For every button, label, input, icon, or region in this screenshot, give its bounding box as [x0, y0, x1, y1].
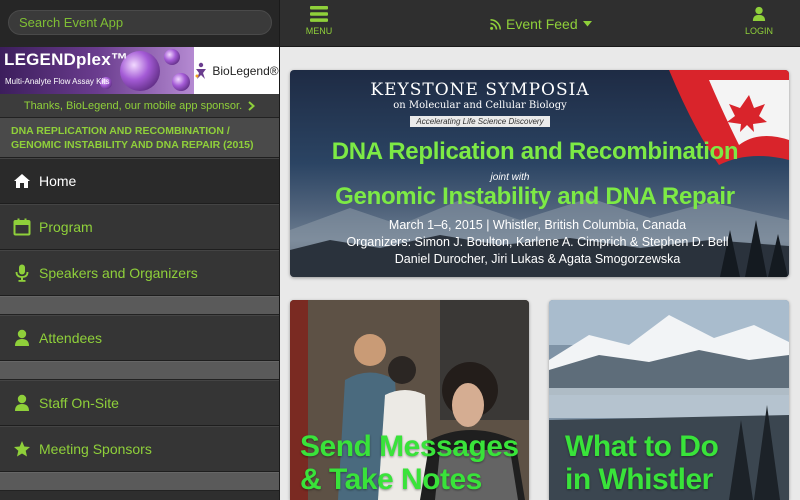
messages-line-2: & Take Notes: [300, 463, 482, 496]
menu-button[interactable]: MENU: [300, 6, 338, 42]
biolegend-logo: BioLegend®: [194, 47, 279, 94]
sidebar-item-sponsors[interactable]: Meeting Sponsors: [0, 426, 279, 472]
sponsor-thanks-text: Thanks, BioLegend, our mobile app sponso…: [23, 99, 243, 112]
top-bar: MENU Event Feed LOGIN: [280, 0, 800, 47]
org-subtitle: on Molecular and Cellular Biology: [393, 100, 567, 111]
app-root: LEGENDplex™ Multi-Analyte Flow Assay Kit…: [0, 0, 800, 500]
sidebar-item-label: Attendees: [39, 330, 103, 346]
menu-label: MENU: [305, 26, 333, 36]
sidebar-item-attendees[interactable]: Attendees: [0, 315, 279, 361]
sidebar-item-label: Speakers and Organizers: [39, 265, 198, 281]
login-label: LOGIN: [744, 26, 773, 36]
event-organizers-cont: Daniel Durocher, Jiri Lukas & Agata Smog…: [394, 252, 681, 266]
biolegend-figure-icon: [195, 62, 207, 79]
user-icon: [752, 6, 766, 21]
sidebar-item-program[interactable]: Program: [0, 204, 279, 250]
search-bar: [0, 0, 279, 47]
org-tagline: Accelerating Life Science Discovery: [410, 116, 550, 127]
search-input[interactable]: [8, 10, 272, 35]
hamburger-icon: [310, 6, 328, 22]
hero-event-info: March 1–6, 2015 | Whistler, British Colu…: [290, 217, 785, 268]
nav-divider: [0, 472, 279, 491]
caret-down-icon: [582, 21, 592, 27]
sidebar-item-label: Program: [39, 219, 93, 235]
org-title: KEYSTONE SYMPOSIA: [370, 80, 590, 100]
event-date-location: March 1–6, 2015 | Whistler, British Colu…: [388, 218, 687, 232]
whistler-line-1: What to Do: [565, 430, 719, 463]
sidebar-item-speakers[interactable]: Speakers and Organizers: [0, 250, 279, 296]
legendplex-ad: LEGENDplex™ Multi-Analyte Flow Assay Kit…: [0, 47, 194, 94]
microphone-icon: [13, 264, 31, 282]
login-button[interactable]: LOGIN: [742, 6, 776, 42]
sidebar: LEGENDplex™ Multi-Analyte Flow Assay Kit…: [0, 0, 280, 500]
legendplex-title: LEGENDplex™: [4, 50, 129, 69]
messages-line-1: Send Messages: [300, 430, 519, 463]
sponsor-banner[interactable]: LEGENDplex™ Multi-Analyte Flow Assay Kit…: [0, 47, 279, 94]
whistler-tile-label: What to Do in Whistler: [565, 430, 719, 496]
sponsor-thanks-link[interactable]: Thanks, BioLegend, our mobile app sponso…: [0, 94, 279, 118]
nav-divider: [0, 296, 279, 315]
legendplex-subtitle: Multi-Analyte Flow Assay Kits: [5, 77, 110, 86]
user-icon: [13, 329, 31, 347]
hero-headline-2: Genomic Instability and DNA Repair: [335, 183, 735, 210]
star-icon: [13, 440, 31, 458]
hero-joint-text: joint with: [490, 172, 530, 183]
bead-image: [164, 49, 180, 65]
event-organizers: Organizers: Simon J. Boulton, Karlene A.…: [346, 235, 729, 249]
home-icon: [13, 172, 31, 190]
sidebar-item-label: Home: [39, 173, 77, 189]
messages-tile-label: Send Messages & Take Notes: [300, 430, 519, 496]
whistler-tile[interactable]: What to Do in Whistler: [549, 300, 789, 500]
messages-tile[interactable]: Send Messages & Take Notes: [290, 300, 529, 500]
chevron-right-icon: [248, 100, 256, 111]
user-icon: [13, 394, 31, 412]
nav-divider: [0, 361, 279, 380]
biolegend-brand: BioLegend®: [212, 63, 279, 78]
sidebar-item-staff[interactable]: Staff On-Site: [0, 380, 279, 426]
event-title: DNA REPLICATION AND RECOMBINATION / GENO…: [0, 118, 279, 158]
bead-image: [172, 73, 190, 91]
calendar-icon: [13, 218, 31, 236]
sidebar-item-label: Meeting Sponsors: [39, 441, 152, 457]
sidebar-item-label: Staff On-Site: [39, 395, 119, 411]
event-feed-dropdown[interactable]: Event Feed: [490, 16, 592, 32]
sidebar-item-home[interactable]: Home: [0, 158, 279, 204]
hero-headline-1: DNA Replication and Recombination: [331, 138, 739, 165]
event-hero-banner[interactable]: KEYSTONE SYMPOSIA on Molecular and Cellu…: [290, 70, 789, 277]
rss-icon: [490, 18, 501, 30]
event-feed-label: Event Feed: [506, 16, 578, 32]
keystone-logo: KEYSTONE SYMPOSIA on Molecular and Cellu…: [290, 80, 670, 129]
whistler-line-2: in Whistler: [565, 463, 713, 496]
